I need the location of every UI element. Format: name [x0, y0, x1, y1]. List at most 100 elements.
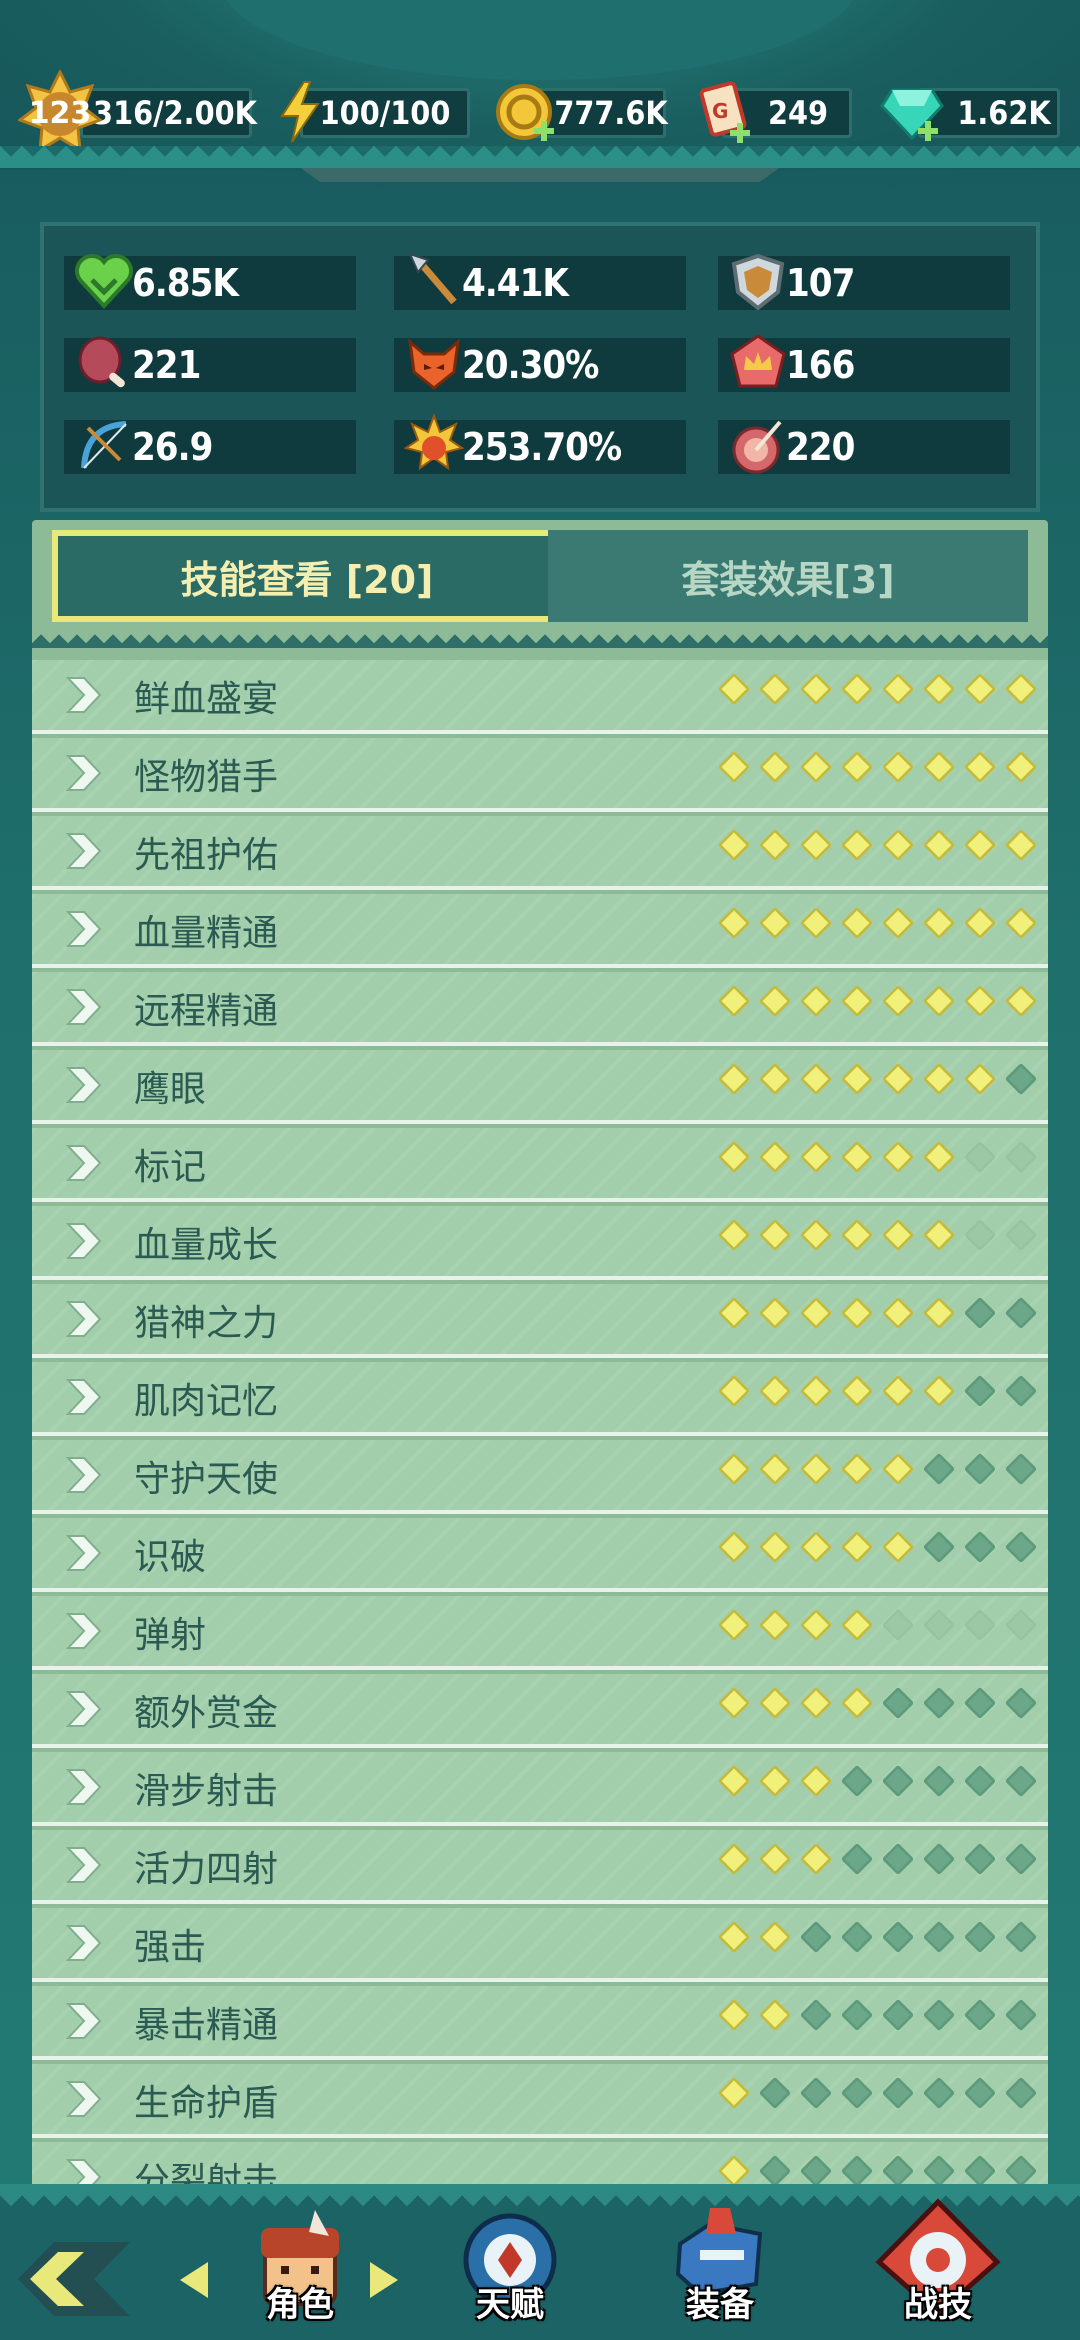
level-pip-locked	[758, 2154, 792, 2188]
level-pip-filled	[799, 1218, 833, 1252]
chevron-left-icon[interactable]	[178, 2260, 210, 2300]
expand-chevron-icon[interactable]	[64, 752, 104, 794]
level-pip-filled	[840, 906, 874, 940]
level-pip-filled	[840, 672, 874, 706]
level-pip-filled	[758, 1608, 792, 1642]
expand-chevron-icon[interactable]	[64, 2078, 104, 2120]
level-pip-unavailable	[963, 1140, 997, 1174]
expand-chevron-icon[interactable]	[64, 1142, 104, 1184]
chevron-right-icon[interactable]	[368, 2260, 400, 2300]
skill-row[interactable]: 血量精通	[32, 894, 1048, 968]
level-pip-unavailable	[1004, 1608, 1038, 1642]
expand-chevron-icon[interactable]	[64, 1220, 104, 1262]
skill-level-pips	[717, 1686, 1038, 1720]
skill-name: 先祖护佑	[134, 835, 279, 876]
stat-attack-value: 4.41K	[462, 261, 569, 305]
expand-chevron-icon[interactable]	[64, 830, 104, 872]
stat-crit-damage-value: 253.70%	[462, 425, 622, 469]
level-pip-locked	[840, 1764, 874, 1798]
level-pip-filled	[717, 672, 751, 706]
expand-chevron-icon[interactable]	[64, 1376, 104, 1418]
expand-chevron-icon[interactable]	[64, 1766, 104, 1808]
gold-coin-plus-icon[interactable]	[494, 82, 558, 146]
skill-row[interactable]: 守护天使	[32, 1440, 1048, 1514]
tab-skills[interactable]: 技能查看 [20]	[52, 530, 562, 622]
back-arrow-icon[interactable]	[14, 2234, 134, 2324]
energy-counter[interactable]: 100/100	[300, 88, 470, 138]
expand-chevron-icon[interactable]	[64, 1064, 104, 1106]
expand-chevron-icon[interactable]	[64, 1688, 104, 1730]
level-pip-filled	[799, 1686, 833, 1720]
level-pip-locked	[881, 1764, 915, 1798]
skill-row[interactable]: 远程精通	[32, 972, 1048, 1046]
skill-row[interactable]: 血量成长	[32, 1206, 1048, 1280]
level-pip-filled	[1004, 906, 1038, 940]
level-pip-filled	[881, 750, 915, 784]
expand-chevron-icon[interactable]	[64, 2000, 104, 2042]
level-pip-locked	[963, 1530, 997, 1564]
level-pip-locked	[1004, 1452, 1038, 1486]
stat-target: 220	[718, 420, 1010, 474]
skill-row[interactable]: 猎神之力	[32, 1284, 1048, 1358]
level-pip-locked	[758, 2076, 792, 2110]
level-pip-filled	[922, 828, 956, 862]
level-pip-filled	[758, 1140, 792, 1174]
level-pip-locked	[1004, 1764, 1038, 1798]
tab-set-effects[interactable]: 套装效果[3]	[548, 530, 1028, 622]
skill-row[interactable]: 弹射	[32, 1596, 1048, 1670]
skill-row[interactable]: 识破	[32, 1518, 1048, 1592]
expand-chevron-icon[interactable]	[64, 1922, 104, 1964]
level-pip-filled	[840, 1140, 874, 1174]
stat-attack-speed: 26.9	[64, 420, 356, 474]
gem-plus-icon[interactable]	[880, 84, 946, 144]
skill-row[interactable]: 先祖护佑	[32, 816, 1048, 890]
skill-row[interactable]: 强击	[32, 1908, 1048, 1982]
level-pip-filled	[963, 984, 997, 1018]
skill-level-pips	[717, 1218, 1038, 1252]
nav-equipment[interactable]: 装备	[640, 2208, 800, 2334]
nav-character-label: 角色	[266, 2285, 334, 2325]
level-pip-locked	[1004, 1686, 1038, 1720]
nav-talent-label: 天赋	[476, 2285, 544, 2325]
level-pip-filled	[840, 828, 874, 862]
energy-value: 100/100	[319, 94, 451, 132]
skill-row[interactable]: 鲜血盛宴	[32, 660, 1048, 734]
skill-row[interactable]: 鹰眼	[32, 1050, 1048, 1124]
expand-chevron-icon[interactable]	[64, 1454, 104, 1496]
expand-chevron-icon[interactable]	[64, 908, 104, 950]
level-pip-filled	[963, 1062, 997, 1096]
nav-combat-skills[interactable]: 战技	[858, 2198, 1018, 2334]
skill-row[interactable]: 标记	[32, 1128, 1048, 1202]
skill-name: 鲜血盛宴	[134, 679, 279, 720]
expand-chevron-icon[interactable]	[64, 1532, 104, 1574]
level-pip-locked	[1004, 1998, 1038, 2032]
stat-target-value: 220	[786, 425, 855, 469]
level-pip-locked	[922, 2076, 956, 2110]
skill-row[interactable]: 肌肉记忆	[32, 1362, 1048, 1436]
expand-chevron-icon[interactable]	[64, 1610, 104, 1652]
expand-chevron-icon[interactable]	[64, 1298, 104, 1340]
nav-talent[interactable]: 天赋	[430, 2213, 590, 2334]
skill-level-pips	[717, 1764, 1038, 1798]
level-pip-filled	[758, 672, 792, 706]
expand-chevron-icon[interactable]	[64, 1844, 104, 1886]
skill-row[interactable]: 暴击精通	[32, 1986, 1048, 2060]
skill-level-pips	[717, 906, 1038, 940]
expand-chevron-icon[interactable]	[64, 986, 104, 1028]
nav-equipment-label: 装备	[686, 2285, 754, 2325]
skill-row[interactable]: 活力四射	[32, 1830, 1048, 1904]
skill-row[interactable]: 生命护盾	[32, 2064, 1048, 2138]
ticket-scroll-plus-icon[interactable]: G	[696, 80, 756, 146]
level-pip-filled	[1004, 672, 1038, 706]
level-badge[interactable]: 123	[16, 68, 104, 154]
skill-level-pips	[717, 1920, 1038, 1954]
skill-row[interactable]: 怪物猎手	[32, 738, 1048, 812]
level-pip-locked	[881, 1686, 915, 1720]
skill-level-pips	[717, 750, 1038, 784]
skill-row[interactable]: 额外赏金	[32, 1674, 1048, 1748]
nav-character[interactable]: 角色	[220, 2210, 380, 2334]
expand-chevron-icon[interactable]	[64, 674, 104, 716]
skill-row[interactable]: 滑步射击	[32, 1752, 1048, 1826]
level-pip-filled	[840, 1062, 874, 1096]
skill-level-pips	[717, 1530, 1038, 1564]
